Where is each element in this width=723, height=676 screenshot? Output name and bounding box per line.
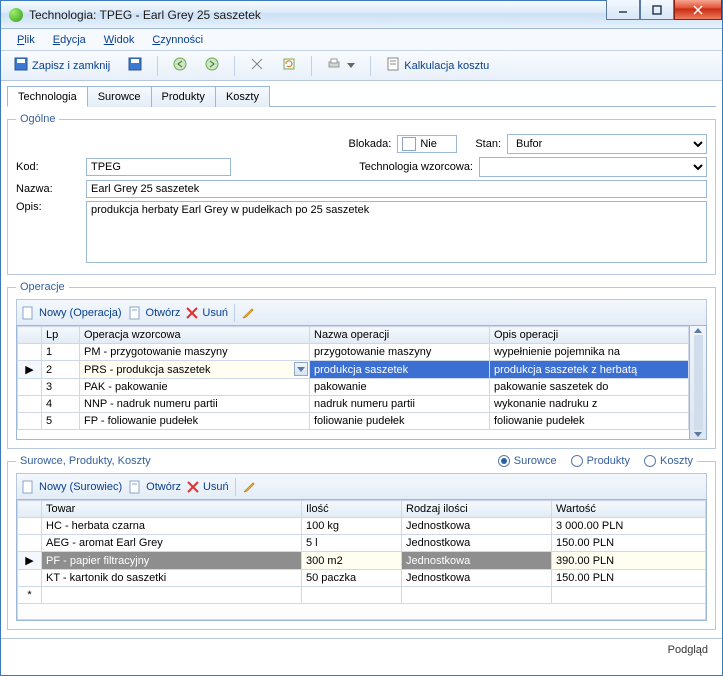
ops-row[interactable]: ▶2PRS - produkcja saszetekprodukcja sasz… xyxy=(18,361,689,379)
ops-row[interactable]: 1PM - przygotowanie maszynyprzygotowanie… xyxy=(18,344,689,361)
chevron-down-icon[interactable] xyxy=(294,362,308,376)
spk-open-button[interactable]: Otwórz xyxy=(128,480,181,494)
col-towar[interactable]: Towar xyxy=(42,501,302,518)
general-legend: Ogólne xyxy=(16,113,59,125)
menu-czynnosci[interactable]: Czynności xyxy=(144,31,211,49)
scroll-up-icon xyxy=(694,328,702,333)
opis-label: Opis: xyxy=(16,201,86,213)
statusbar: Podgląd xyxy=(1,638,722,660)
ops-grid[interactable]: Lp Operacja wzorcowa Nazwa operacji Opis… xyxy=(16,325,690,440)
menu-edycja[interactable]: Edycja xyxy=(45,31,94,49)
radio-surowce[interactable]: Surowce xyxy=(498,455,557,467)
col-opis[interactable]: Opis operacji xyxy=(490,327,689,344)
nav-back-button[interactable] xyxy=(166,55,194,77)
menubar: Plik Edycja Widok Czynności xyxy=(1,29,722,51)
col-ilosc[interactable]: Ilość xyxy=(302,501,402,518)
kod-input[interactable] xyxy=(86,158,231,176)
spk-legend: Surowce, Produkty, Koszty Surowce Produk… xyxy=(16,455,697,467)
spk-row[interactable]: HC - herbata czarna100 kgJednostkowa3 00… xyxy=(18,518,706,535)
ops-row[interactable]: 3PAK - pakowaniepakowaniepakowanie sasze… xyxy=(18,379,689,396)
tools-icon xyxy=(250,57,264,74)
blokada-field[interactable]: Nie xyxy=(397,135,457,153)
radio-koszty[interactable]: Koszty xyxy=(644,455,693,467)
maximize-button[interactable] xyxy=(640,0,674,20)
arrow-left-icon xyxy=(173,57,187,74)
blokada-label: Blokada: xyxy=(349,138,392,150)
col-wz[interactable]: Operacja wzorcowa xyxy=(80,327,310,344)
tools-button[interactable] xyxy=(243,55,271,77)
spk-row[interactable]: KT - kartonik do saszetki50 paczkaJednos… xyxy=(18,570,706,587)
spk-row-new[interactable]: * xyxy=(18,587,706,604)
refresh-button[interactable] xyxy=(275,55,303,77)
save-button[interactable] xyxy=(121,55,149,77)
spk-delete-button[interactable]: Usuń xyxy=(187,481,229,493)
col-lp[interactable]: Lp xyxy=(42,327,80,344)
nazwa-input[interactable] xyxy=(86,180,707,198)
ops-legend: Operacje xyxy=(16,281,69,293)
blokada-value: Nie xyxy=(420,138,437,150)
toolbar: Zapisz i zamknij Kalkulacja kosztu xyxy=(1,51,722,81)
tab-koszty[interactable]: Koszty xyxy=(215,86,270,107)
ops-open-button[interactable]: Otwórz xyxy=(128,306,181,320)
ops-group: Operacje Nowy (Operacja) Otwórz Usuń Lp … xyxy=(7,281,716,449)
spk-new-button[interactable]: Nowy (Surowiec) xyxy=(21,480,122,494)
calc-icon xyxy=(386,57,400,74)
techw-label: Technologia wzorcowa: xyxy=(359,161,473,173)
ops-scrollbar[interactable] xyxy=(690,325,707,440)
ops-row[interactable]: 5FP - foliowanie pudełekfoliowanie pudeł… xyxy=(18,413,689,430)
print-icon xyxy=(327,57,341,74)
nazwa-label: Nazwa: xyxy=(16,183,86,195)
ops-edit-button[interactable] xyxy=(241,306,255,320)
close-button[interactable] xyxy=(674,0,722,20)
radio-produkty[interactable]: Produkty xyxy=(571,455,630,467)
kod-label: Kod: xyxy=(16,161,86,173)
checkbox-icon xyxy=(402,137,416,151)
save-icon xyxy=(14,57,28,74)
scroll-down-icon xyxy=(694,432,702,437)
ops-row[interactable]: 4NNP - nadruk numeru partiinadruk numeru… xyxy=(18,396,689,413)
arrow-right-icon xyxy=(205,57,219,74)
ops-delete-button[interactable]: Usuń xyxy=(186,307,228,319)
techw-select[interactable] xyxy=(479,157,707,177)
spk-grid[interactable]: Towar Ilość Rodzaj ilości Wartość HC - h… xyxy=(16,499,707,621)
ops-toolbar: Nowy (Operacja) Otwórz Usuń xyxy=(16,299,707,325)
menu-widok[interactable]: Widok xyxy=(96,31,143,49)
spk-row[interactable]: AEG - aromat Earl Grey5 lJednostkowa150.… xyxy=(18,535,706,552)
kalkulacja-button[interactable]: Kalkulacja kosztu xyxy=(379,55,496,77)
tabs: Technologia Surowce Produkty Koszty xyxy=(7,85,716,107)
col-marker xyxy=(18,501,42,518)
disk-icon xyxy=(128,57,142,74)
spk-edit-button[interactable] xyxy=(242,480,256,494)
spk-group: Surowce, Produkty, Koszty Surowce Produk… xyxy=(7,455,716,630)
minimize-button[interactable] xyxy=(606,0,640,20)
tab-technologia[interactable]: Technologia xyxy=(7,86,88,107)
general-group: Ogólne Blokada: Nie Stan: Bufor Kod: Tec… xyxy=(7,113,716,275)
window-title: Technologia: TPEG - Earl Grey 25 saszete… xyxy=(29,8,606,22)
status-podglad: Podgląd xyxy=(668,644,708,656)
kalkulacja-label: Kalkulacja kosztu xyxy=(404,60,489,72)
nav-forward-button[interactable] xyxy=(198,55,226,77)
chevron-down-icon xyxy=(347,63,355,68)
col-wartosc[interactable]: Wartość xyxy=(552,501,706,518)
app-icon xyxy=(9,8,23,22)
spk-row[interactable]: ▶PF - papier filtracyjny300 m2Jednostkow… xyxy=(18,552,706,570)
col-rodzaj[interactable]: Rodzaj ilości xyxy=(402,501,552,518)
opis-textarea[interactable]: produkcja herbaty Earl Grey w pudełkach … xyxy=(86,201,707,263)
save-close-button[interactable]: Zapisz i zamknij xyxy=(7,55,117,77)
refresh-icon xyxy=(282,57,296,74)
tab-surowce[interactable]: Surowce xyxy=(87,86,152,107)
spk-toolbar: Nowy (Surowiec) Otwórz Usuń xyxy=(16,473,707,499)
stan-label: Stan: xyxy=(475,138,501,150)
stan-select[interactable]: Bufor xyxy=(507,134,707,154)
print-button[interactable] xyxy=(320,55,362,77)
col-marker xyxy=(18,327,42,344)
col-nazwa[interactable]: Nazwa operacji xyxy=(310,327,490,344)
tab-produkty[interactable]: Produkty xyxy=(151,86,216,107)
save-close-label: Zapisz i zamknij xyxy=(32,60,110,72)
titlebar: Technologia: TPEG - Earl Grey 25 saszete… xyxy=(1,1,722,29)
menu-plik[interactable]: Plik xyxy=(9,31,43,49)
ops-new-button[interactable]: Nowy (Operacja) xyxy=(21,306,122,320)
